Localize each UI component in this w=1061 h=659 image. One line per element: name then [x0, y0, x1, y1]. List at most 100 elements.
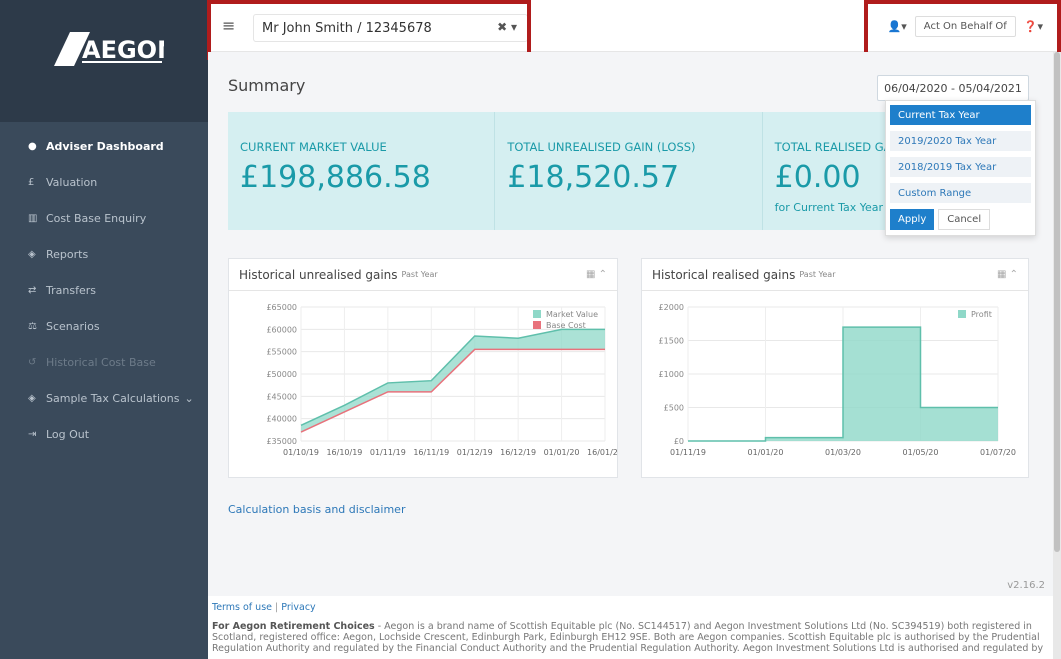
sidebar-item-reports[interactable]: ◈ Reports [0, 236, 208, 272]
y-tick-label: £65000 [266, 303, 297, 312]
cancel-button[interactable]: Cancel [938, 209, 991, 230]
y-tick-label: £50000 [266, 370, 297, 379]
scrollbar-thumb[interactable] [1054, 52, 1060, 552]
option-custom-range[interactable]: Custom Range [890, 183, 1031, 203]
x-tick-label: 01/01/20 [544, 448, 580, 457]
date-range-picker[interactable]: 06/04/2020 - 05/04/2021 [877, 75, 1029, 101]
y-tick-label: £40000 [266, 415, 297, 424]
market-value-area [301, 329, 605, 433]
scenarios-icon: ⚖ [28, 320, 37, 332]
history-icon: ↺ [28, 356, 37, 368]
sidebar-item-log-out[interactable]: ⇥ Log Out [0, 416, 208, 452]
sidebar-item-valuation[interactable]: £ Valuation [0, 164, 208, 200]
apply-button[interactable]: Apply [890, 209, 935, 230]
realised-gains-panel: Historical realised gains Past Year ▦ ⌃ … [641, 258, 1029, 478]
sidebar-item-historical-cost-base[interactable]: ↺ Historical Cost Base [0, 344, 208, 380]
calc-icon: ◈ [28, 392, 36, 404]
sidebar-item-label: Cost Base Enquiry [46, 211, 147, 225]
unrealised-gains-panel: Historical unrealised gains Past Year ▦ … [228, 258, 623, 478]
page-title: Summary [228, 76, 306, 95]
y-tick-label: £0 [674, 437, 684, 446]
x-tick-label: 01/07/20 [980, 448, 1016, 457]
y-tick-label: £35000 [266, 437, 297, 446]
y-tick-label: £1000 [659, 370, 684, 379]
footer-links: Terms of use | Privacy [212, 602, 316, 613]
footer: Terms of use | Privacy For Aegon Retirem… [208, 596, 1053, 659]
terms-link[interactable]: Terms of use [212, 602, 272, 613]
x-tick-label: 01/11/19 [370, 448, 406, 457]
y-tick-label: £2000 [659, 303, 684, 312]
privacy-link[interactable]: Privacy [281, 602, 315, 613]
stat-market-value: CURRENT MARKET VALUE £198,886.58 [228, 112, 496, 230]
legend-label: Base Cost [546, 321, 586, 330]
sidebar-item-adviser-dashboard[interactable]: ● Adviser Dashboard [0, 128, 208, 164]
scrollbar[interactable] [1053, 52, 1061, 659]
x-tick-label: 01/05/20 [903, 448, 939, 457]
stat-label: CURRENT MARKET VALUE [240, 140, 387, 154]
option-2019-2020[interactable]: 2019/2020 Tax Year [890, 131, 1031, 151]
calculation-basis-link[interactable]: Calculation basis and disclaimer [228, 503, 405, 516]
reports-icon: ◈ [28, 248, 36, 260]
x-tick-label: 16/01/20 [587, 448, 617, 457]
panel-title: Historical unrealised gains [239, 267, 398, 282]
svg-text:AEGON: AEGON [82, 36, 164, 64]
y-tick-label: £1500 [659, 337, 684, 346]
x-tick-label: 16/11/19 [413, 448, 449, 457]
option-2018-2019[interactable]: 2018/2019 Tax Year [890, 157, 1031, 177]
pound-icon: £ [28, 176, 35, 188]
calendar-collapse-icons[interactable]: ▦ ⌃ [586, 269, 607, 280]
sidebar-item-transfers[interactable]: ⇄ Transfers [0, 272, 208, 308]
logo-area: AEGON [0, 0, 208, 122]
main-content: Summary 06/04/2020 - 05/04/2021 CURRENT … [208, 52, 1053, 596]
x-tick-label: 16/12/19 [500, 448, 536, 457]
y-tick-label: £55000 [266, 348, 297, 357]
y-tick-label: £60000 [266, 325, 297, 334]
aegon-logo[interactable]: AEGON [52, 28, 164, 68]
dashboard-icon: ● [28, 140, 37, 152]
legend-label: Profit [971, 310, 992, 319]
unrealised-gains-chart: £35000 £40000 £45000 £50000 £55000 £60000 £650… [266, 303, 623, 457]
legend-swatch [533, 321, 541, 329]
x-tick-label: 16/10/19 [326, 448, 362, 457]
sidebar: AEGON ● Adviser Dashboard £ Valuation ▥ Cost … [0, 0, 208, 659]
sidebar-nav: ● Adviser Dashboard £ Valuation ▥ Cost Base E… [0, 128, 208, 452]
stat-value: £18,520.57 [507, 160, 680, 195]
y-tick-label: £500 [664, 404, 684, 413]
legend-swatch [958, 310, 966, 318]
sidebar-item-scenarios[interactable]: ⚖ Scenarios [0, 308, 208, 344]
realised-gains-chart: £0 £500 £1000 £1500 £2000 01/11/19 01/01/20 01/… [659, 303, 1016, 457]
option-current-tax-year[interactable]: Current Tax Year [890, 105, 1031, 125]
x-tick-label: 01/01/20 [748, 448, 784, 457]
sidebar-item-label: Adviser Dashboard [46, 139, 164, 153]
sidebar-item-cost-base-enquiry[interactable]: ▥ Cost Base Enquiry [0, 200, 208, 236]
chart-icon: ▥ [28, 212, 38, 224]
sidebar-item-label: Scenarios [46, 319, 100, 333]
legend-swatch [533, 310, 541, 318]
stat-value: £198,886.58 [240, 160, 431, 195]
stat-unrealised-gain: TOTAL UNREALISED GAIN (LOSS) £18,520.57 [495, 112, 763, 230]
logout-icon: ⇥ [28, 428, 37, 440]
sidebar-item-label: Reports [46, 247, 89, 261]
sidebar-item-label: Sample Tax Calculations [46, 391, 180, 405]
sidebar-item-label: Valuation [46, 175, 98, 189]
dropdown-actions: Apply Cancel [890, 209, 1031, 230]
panel-subtitle: Past Year [401, 270, 438, 279]
panel-header: Historical unrealised gains Past Year ▦ … [229, 259, 617, 291]
x-tick-label: 01/03/20 [825, 448, 861, 457]
calendar-collapse-icons[interactable]: ▦ ⌃ [997, 269, 1018, 280]
legend-label: Market Value [546, 310, 598, 319]
x-tick-label: 01/12/19 [457, 448, 493, 457]
sidebar-item-label: Historical Cost Base [46, 355, 156, 369]
sidebar-item-sample-tax-calculations[interactable]: ◈ Sample Tax Calculations ⌄ [0, 380, 208, 416]
panel-title: Historical realised gains [652, 267, 796, 282]
sidebar-item-label: Log Out [46, 427, 90, 441]
version-label: v2.16.2 [1007, 580, 1045, 591]
panel-header: Historical realised gains Past Year ▦ ⌃ [642, 259, 1028, 291]
stat-label: TOTAL UNREALISED GAIN (LOSS) [507, 140, 696, 154]
x-tick-label: 01/11/19 [670, 448, 706, 457]
footer-company: For Aegon Retirement Choices [212, 621, 375, 632]
date-range-dropdown: Current Tax Year 2019/2020 Tax Year 2018… [885, 100, 1036, 236]
sidebar-item-label: Transfers [46, 283, 96, 297]
transfers-icon: ⇄ [28, 284, 37, 296]
y-tick-label: £45000 [266, 392, 297, 401]
